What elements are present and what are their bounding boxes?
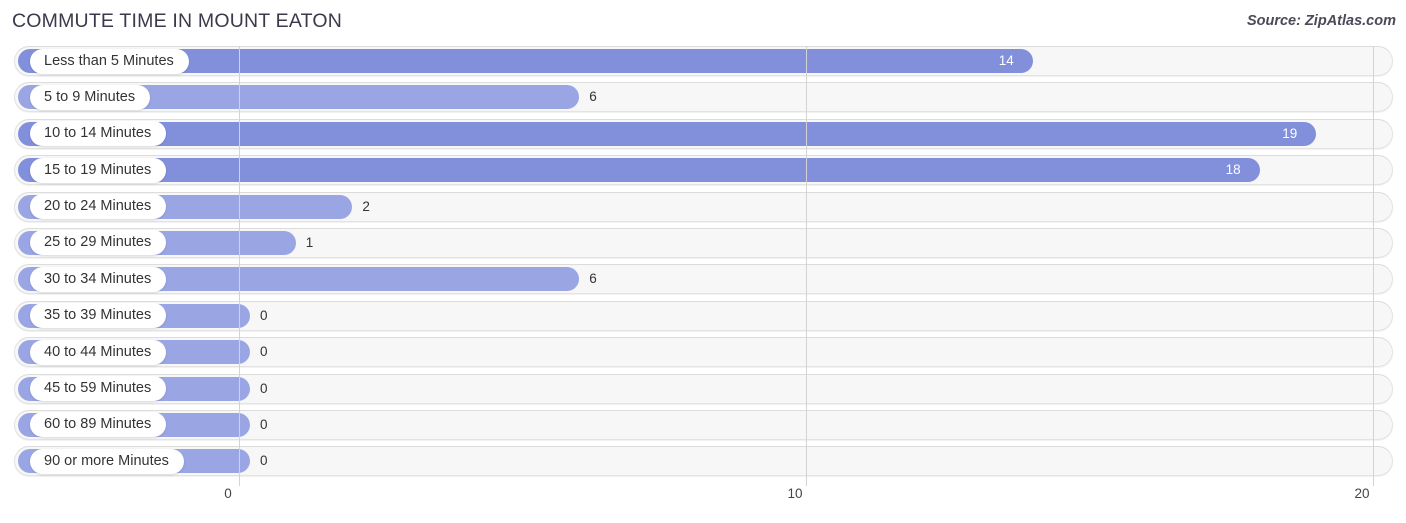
value-label: 0 [260, 453, 268, 469]
category-label: 30 to 34 Minutes [30, 266, 167, 292]
category-label: 5 to 9 Minutes [30, 84, 151, 110]
category-label: 90 or more Minutes [30, 448, 184, 474]
category-label: 15 to 19 Minutes [30, 157, 167, 183]
bar-row[interactable]: Less than 5 Minutes 14 [0, 46, 1406, 76]
category-label: 10 to 14 Minutes [30, 121, 167, 147]
category-label: 25 to 29 Minutes [30, 230, 167, 256]
value-label: 0 [260, 344, 268, 360]
bar-row[interactable]: 15 to 19 Minutes 18 [0, 155, 1406, 186]
x-tick-label: 0 [224, 486, 232, 501]
value-bar[interactable] [18, 158, 1260, 183]
bar-row[interactable]: 90 or more Minutes 0 [0, 446, 1406, 477]
category-label: Less than 5 Minutes [30, 48, 189, 74]
category-label: 40 to 44 Minutes [30, 339, 167, 365]
value-label: 0 [260, 380, 268, 396]
bar-row[interactable]: 30 to 34 Minutes 6 [0, 264, 1406, 295]
bar-rows: Less than 5 Minutes 14 5 to 9 Minutes 6 10 t… [0, 46, 1406, 483]
value-label: 6 [589, 271, 597, 287]
value-bar[interactable] [18, 121, 1317, 146]
page-title: COMMUTE TIME IN MOUNT EATON [12, 10, 343, 32]
value-label: 6 [589, 89, 597, 105]
value-label: 18 [1225, 162, 1241, 178]
source-attribution: Source: ZipAtlas.com [1246, 13, 1396, 29]
bar-row[interactable]: 5 to 9 Minutes 6 [0, 82, 1406, 113]
x-tick-label: 10 [787, 486, 803, 501]
value-label: 19 [1282, 125, 1298, 141]
bar-row[interactable]: 45 to 59 Minutes 0 [0, 373, 1406, 404]
bar-row[interactable]: 10 to 14 Minutes 19 [0, 118, 1406, 149]
bar-row[interactable]: 20 to 24 Minutes 2 [0, 191, 1406, 222]
bar-row[interactable]: 25 to 29 Minutes 1 [0, 227, 1406, 258]
bar-row[interactable]: 35 to 39 Minutes 0 [0, 300, 1406, 331]
category-label: 35 to 39 Minutes [30, 303, 167, 329]
category-label: 20 to 24 Minutes [30, 194, 167, 220]
x-tick-label: 20 [1354, 486, 1370, 501]
bar-row[interactable]: 60 to 89 Minutes 0 [0, 409, 1406, 440]
value-label: 1 [305, 234, 314, 250]
chart-plot-area: Less than 5 Minutes 14 5 to 9 Minutes 6 10 t… [0, 46, 1406, 486]
bar-row[interactable]: 40 to 44 Minutes 0 [0, 337, 1406, 368]
category-label: 45 to 59 Minutes [30, 376, 167, 402]
value-label: 14 [998, 53, 1014, 68]
value-label: 0 [260, 307, 268, 323]
category-label: 60 to 89 Minutes [30, 412, 167, 438]
chart-header: COMMUTE TIME IN MOUNT EATON Source: ZipA… [0, 0, 1406, 44]
value-label: 2 [362, 198, 370, 214]
x-axis: 0 10 20 [0, 486, 1406, 516]
value-label: 0 [260, 416, 268, 432]
